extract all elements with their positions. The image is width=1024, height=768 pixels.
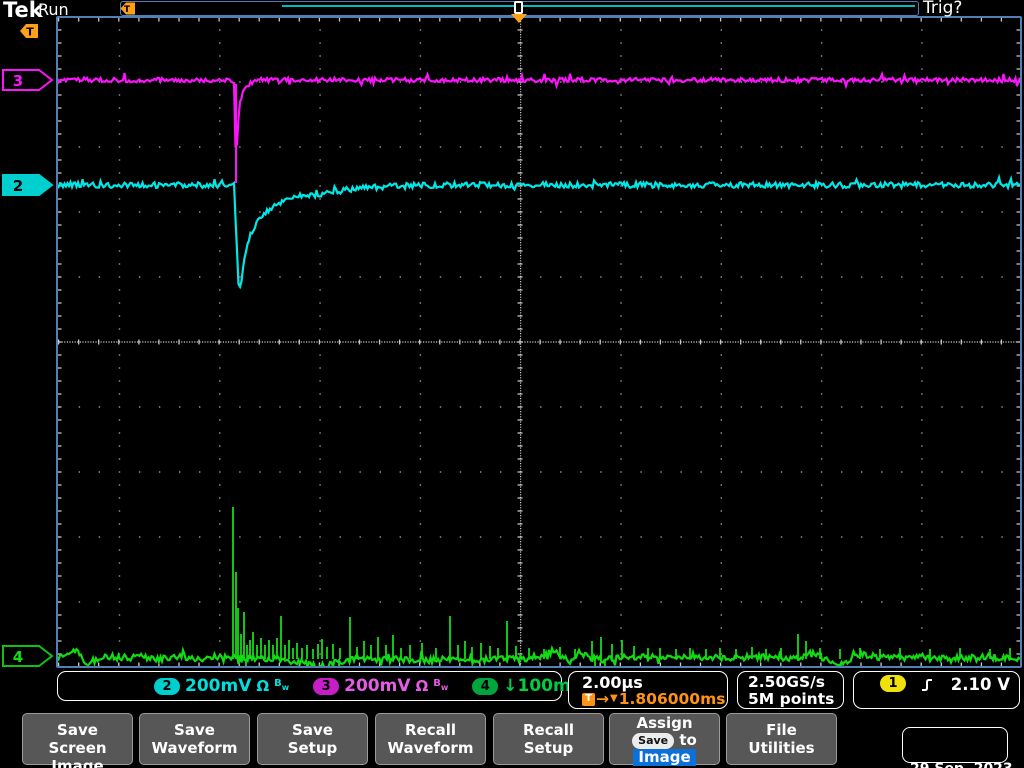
trigger-time-flag-icon: T (120, 2, 135, 15)
waveform-display (56, 16, 1022, 668)
channel2-scale: 200mV (185, 676, 252, 696)
arrow-right-icon: → (596, 690, 609, 708)
trigger-delay-readout: T → ▼ 1.806000ms (582, 691, 727, 707)
image-highlight: Image (633, 749, 696, 766)
save-screen-image-button[interactable]: Save Screen Image (22, 713, 133, 768)
save-waveform-button[interactable]: Save Waveform (139, 713, 250, 765)
file-utilities-button[interactable]: File Utilities (726, 713, 837, 765)
channel2-marker-label: 2 (13, 177, 23, 195)
expansion-point-marker[interactable] (514, 1, 523, 14)
trace-ch4 (58, 644, 1020, 666)
channel2-readout[interactable]: 2 200mV Ω Bw (154, 676, 289, 696)
timebase-readout: 2.00µs (582, 673, 643, 692)
trigger-offscreen-flag-label: T (26, 26, 34, 39)
channel3-scale: 200mV (344, 676, 411, 696)
channel3-marker-label: 3 (13, 72, 23, 90)
assign-save-to-image-button[interactable]: Assign Save to Image (609, 713, 720, 766)
ohm-coupling-icon: Ω (256, 677, 270, 695)
datetime-display: 29 Sep 2023 15:52:31 (902, 727, 1013, 768)
trigger-delay-value: 1.806000ms (618, 690, 726, 708)
channel-readouts-box[interactable]: 2 200mV Ω Bw 3 200mV Ω Bw 4 ↓100mV Ω Bw (57, 671, 622, 701)
ohm-coupling-icon: Ω (415, 677, 429, 695)
trigger-time-flag-label: T (124, 5, 131, 15)
date-label: 29 Sep 2023 (910, 761, 1013, 768)
trace-ch3 (58, 70, 1020, 148)
record-length-readout: 5M points (748, 690, 835, 708)
trigger-readout-box[interactable]: 1 2.10 V (853, 671, 1020, 709)
channel4-marker[interactable]: 4 (2, 645, 54, 667)
horizontal-readout-box[interactable]: 2.00µs T → ▼ 1.806000ms (568, 671, 728, 709)
acquisition-readout-box[interactable]: 2.50GS/s 5M points (737, 671, 844, 709)
channel2-marker[interactable]: 2 (2, 174, 54, 196)
trigger-offscreen-flag-icon: T (20, 24, 38, 39)
oscilloscope-screen: Tek Run T Trig? T 3 2 4 2 200mV Ω Bw 3 2… (0, 0, 1024, 768)
tek-logo: Tek (3, 0, 43, 22)
trace-ch4-spikes (232, 507, 1011, 666)
trace-ch2 (58, 173, 1020, 290)
trigger-level-readout: 2.10 V (950, 675, 1010, 694)
save-badge: Save (632, 732, 675, 749)
channel3-badge: 3 (313, 677, 340, 695)
recall-setup-button[interactable]: Recall Setup (493, 713, 604, 765)
sample-rate-readout: 2.50GS/s (748, 673, 826, 691)
channel3-marker[interactable]: 3 (2, 69, 54, 91)
channel4-marker-label: 4 (13, 648, 23, 666)
bandwidth-limit-icon: Bw (274, 678, 290, 692)
bandwidth-limit-icon: Bw (433, 678, 449, 692)
acquisition-status: Run (38, 0, 69, 19)
channel2-badge: 2 (154, 677, 180, 695)
channel3-readout[interactable]: 3 200mV Ω Bw (313, 676, 448, 696)
recall-waveform-button[interactable]: Recall Waveform (375, 713, 486, 765)
channel4-badge: 4 (472, 677, 499, 695)
trigger-source-badge: 1 (880, 675, 906, 692)
trigger-delay-icon: T (582, 692, 595, 706)
trigger-position-icon[interactable] (511, 14, 527, 23)
save-setup-button[interactable]: Save Setup (257, 713, 368, 765)
rising-edge-icon (922, 679, 932, 691)
triangle-down-icon: ▼ (610, 693, 618, 704)
wave-preview-line (282, 5, 915, 7)
trigger-status: Trig? (923, 0, 963, 18)
